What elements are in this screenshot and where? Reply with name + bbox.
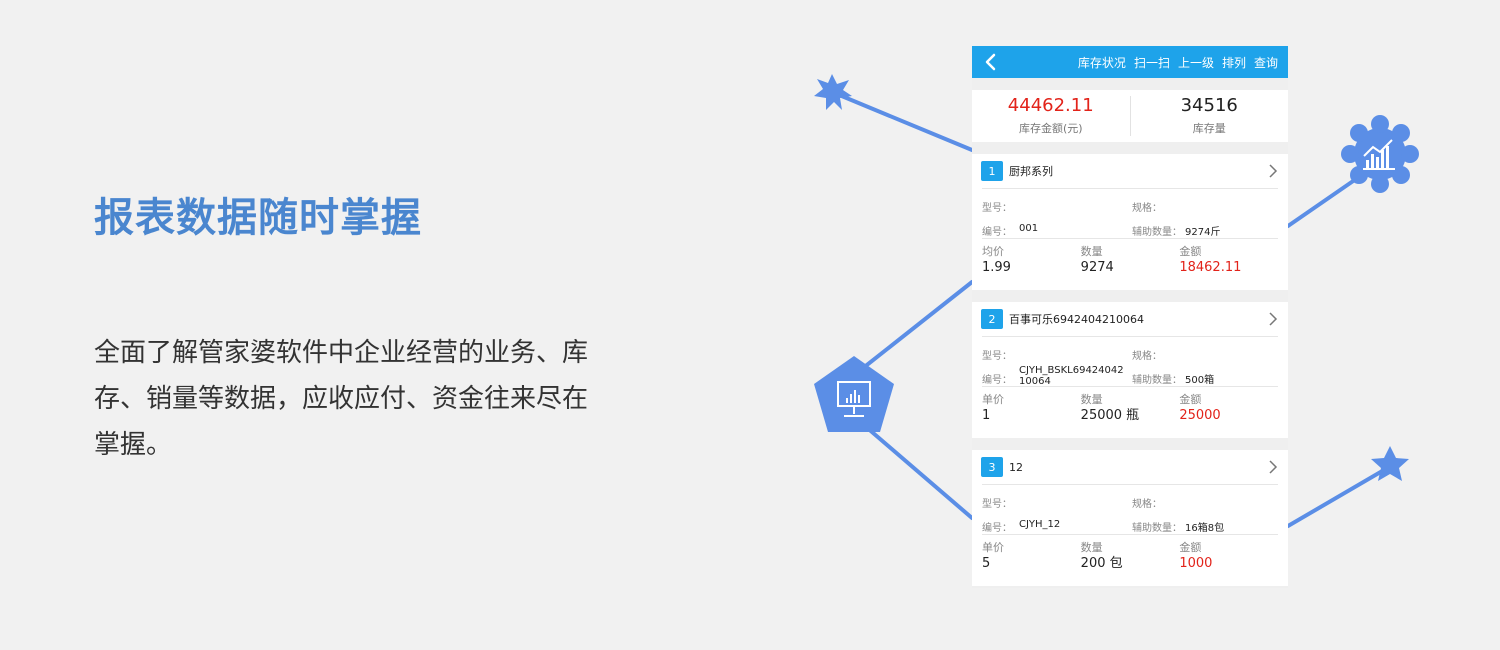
- spec-label: 规格：: [1132, 499, 1162, 510]
- model-label: 型号：: [982, 203, 1012, 214]
- metric-qty: 数量 25000 瓶: [1081, 393, 1180, 425]
- price-value: 5: [982, 556, 991, 571]
- amount-label: 金额: [1179, 245, 1202, 258]
- amount-label: 金额: [1179, 541, 1202, 554]
- aux-qty-value: 16箱8包: [1185, 523, 1225, 534]
- price-value: 1.99: [982, 260, 1011, 275]
- card-index-badge: 1: [981, 161, 1003, 181]
- code-value-line2: 10064: [1019, 376, 1051, 387]
- nav-inventory-status[interactable]: 库存状况: [1078, 54, 1126, 71]
- card-header[interactable]: 3 12: [972, 450, 1288, 484]
- page-headline: 报表数据随时掌握: [94, 195, 422, 241]
- card-header[interactable]: 2 百事可乐6942404210064: [972, 302, 1288, 336]
- card-header[interactable]: 1 厨邦系列: [972, 154, 1288, 188]
- model-label: 型号：: [982, 499, 1012, 510]
- connector-line-top-left: [830, 90, 974, 152]
- nav-query[interactable]: 查询: [1254, 54, 1278, 71]
- amount-label: 金额: [1179, 393, 1202, 406]
- amount-value: 25000: [1179, 408, 1221, 423]
- nav-scan[interactable]: 扫一扫: [1134, 54, 1170, 71]
- top-navbar: 库存状况 扫一扫 上一级 排列 查询: [972, 46, 1288, 78]
- amount-value: 1000: [1179, 556, 1213, 571]
- monitor-chart-icon: [814, 356, 894, 432]
- model-label: 型号：: [982, 351, 1012, 362]
- nav-up-level[interactable]: 上一级: [1178, 54, 1214, 71]
- phone-screen: 库存状况 扫一扫 上一级 排列 查询 44462.11 库存金额(元) 3451…: [972, 46, 1288, 588]
- summary-amount-label: 库存金额(元): [1018, 122, 1083, 135]
- qty-value: 9274: [1080, 260, 1114, 275]
- summary-amount: 44462.11 库存金额(元): [972, 90, 1130, 142]
- card-title: 12: [1009, 460, 1023, 474]
- spec-label: 规格：: [1132, 351, 1162, 362]
- metric-amount: 金额 25000: [1179, 393, 1278, 425]
- aux-qty-value: 500箱: [1185, 375, 1215, 386]
- metric-amount: 金额 18462.11: [1179, 245, 1278, 277]
- card-metrics: 单价 1 数量 25000 瓶 金额 25000: [972, 393, 1288, 425]
- inventory-card: 1 厨邦系列 型号： 规格： 编号： 001 辅助数量： 9274斤 均价 1.…: [972, 154, 1288, 290]
- code-label: 编号：: [982, 375, 1012, 386]
- summary-qty-label: 库存量: [1192, 122, 1226, 135]
- metric-qty: 数量 200 包: [1081, 541, 1180, 573]
- chevron-right-icon[interactable]: [1268, 312, 1278, 326]
- card-metrics: 均价 1.99 数量 9274 金额 18462.11: [972, 245, 1288, 277]
- connector-line-low-left: [856, 418, 974, 520]
- price-label: 单价: [982, 393, 1004, 406]
- summary-qty: 34516 库存量: [1131, 90, 1289, 142]
- card-title: 厨邦系列: [1009, 165, 1053, 178]
- spec-label: 规格：: [1132, 203, 1162, 214]
- card-metrics: 单价 5 数量 200 包 金额 1000: [972, 541, 1288, 573]
- aux-qty-label: 辅助数量：: [1132, 375, 1182, 386]
- aux-qty-label: 辅助数量：: [1132, 227, 1182, 238]
- qty-label: 数量: [1080, 245, 1103, 258]
- metric-price: 单价 5: [982, 541, 1081, 573]
- code-value-line1: CJYH_BSKL69424042: [1019, 365, 1124, 376]
- inventory-summary: 44462.11 库存金额(元) 34516 库存量: [972, 90, 1288, 142]
- metric-qty: 数量 9274: [1081, 245, 1180, 277]
- price-label: 单价: [982, 541, 1004, 554]
- starburst-icon: [814, 74, 852, 110]
- code-value: CJYH_12: [1019, 519, 1061, 530]
- connector-line-low-right: [1286, 468, 1386, 528]
- price-value: 1: [982, 408, 991, 423]
- metric-price: 单价 1: [982, 393, 1081, 425]
- card-info: 型号： 规格： 编号： CJYH_BSKL69424042 10064 辅助数量…: [982, 337, 1278, 387]
- amount-value: 18462.11: [1179, 260, 1242, 275]
- summary-amount-value: 44462.11: [1007, 95, 1094, 116]
- card-info: 型号： 规格： 编号： 001 辅助数量： 9274斤: [982, 189, 1278, 239]
- summary-qty-value: 34516: [1180, 95, 1238, 116]
- metric-amount: 金额 1000: [1179, 541, 1278, 573]
- chevron-right-icon[interactable]: [1268, 460, 1278, 474]
- qty-label: 数量: [1080, 541, 1103, 554]
- card-info: 型号： 规格： 编号： CJYH_12 辅助数量： 16箱8包: [982, 485, 1278, 535]
- code-label: 编号：: [982, 523, 1012, 534]
- card-index-badge: 3: [981, 457, 1003, 477]
- cloud-chart-icon: [1341, 115, 1419, 193]
- qty-value: 200 包: [1080, 556, 1123, 571]
- nav-sort[interactable]: 排列: [1222, 54, 1246, 71]
- inventory-card: 2 百事可乐6942404210064 型号： 规格： 编号： CJYH_BSK…: [972, 302, 1288, 438]
- qty-value: 25000 瓶: [1080, 408, 1140, 423]
- page-description: 全面了解管家婆软件中企业经营的业务、库存、销量等数据，应收应付、资金往来尽在掌握…: [94, 338, 589, 460]
- card-title: 百事可乐6942404210064: [1009, 313, 1144, 326]
- qty-label: 数量: [1080, 393, 1103, 406]
- metric-price: 均价 1.99: [982, 245, 1081, 277]
- chevron-right-icon[interactable]: [1268, 164, 1278, 178]
- back-arrow-icon[interactable]: [982, 52, 1000, 72]
- inventory-card: 3 12 型号： 规格： 编号： CJYH_12 辅助数量： 16箱8包 单价 …: [972, 450, 1288, 586]
- aux-qty-label: 辅助数量：: [1132, 523, 1182, 534]
- code-value: 001: [1019, 223, 1039, 234]
- code-label: 编号：: [982, 227, 1012, 238]
- aux-qty-value: 9274斤: [1185, 227, 1221, 238]
- connector-line-mid-left: [856, 280, 974, 374]
- card-index-badge: 2: [981, 309, 1003, 329]
- price-label: 均价: [982, 245, 1004, 258]
